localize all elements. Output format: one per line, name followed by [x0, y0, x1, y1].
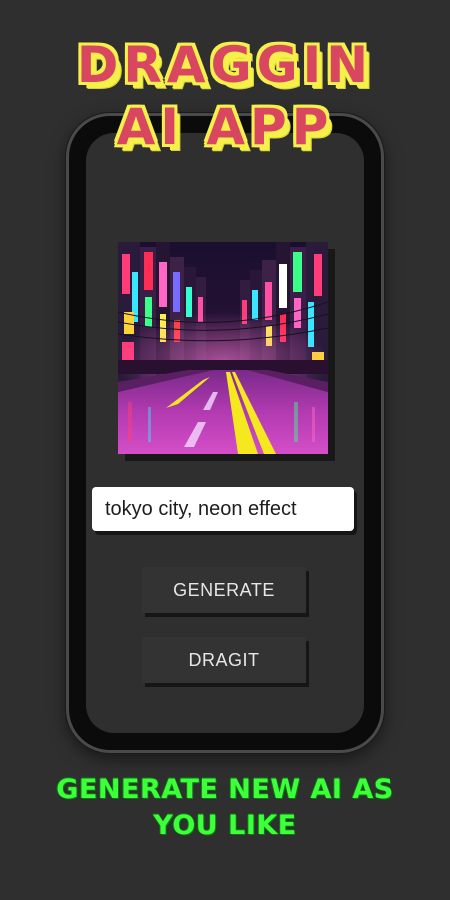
- app-title-line-1: DRAGGIN: [76, 36, 374, 94]
- app-screen: DRAGGIN AI APP tokyo city, neon effect G…: [0, 0, 450, 900]
- app-title-line-2: AI APP: [116, 98, 334, 156]
- neon-city-image: [118, 242, 328, 454]
- tagline: GENERATE NEW AI AS YOU LIKE: [56, 774, 394, 841]
- app-title: DRAGGIN AI APP: [0, 40, 450, 152]
- prompt-input[interactable]: [92, 487, 354, 531]
- generated-image: [118, 242, 328, 454]
- generate-button[interactable]: GENERATE: [142, 567, 306, 613]
- dragit-button[interactable]: DRAGIT: [142, 637, 306, 683]
